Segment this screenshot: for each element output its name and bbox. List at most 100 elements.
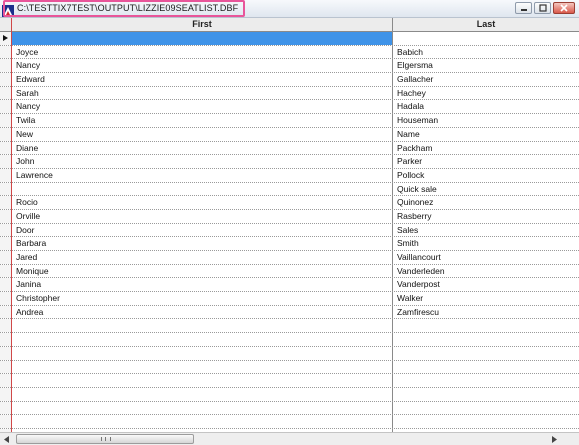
- scroll-left-button[interactable]: [1, 433, 13, 445]
- close-button[interactable]: [553, 2, 575, 14]
- table-row[interactable]: Barbara Smith: [0, 237, 579, 251]
- cell-first[interactable]: Orville: [12, 209, 393, 223]
- cell-first[interactable]: Nancy: [12, 59, 393, 73]
- cell-last[interactable]: Name: [393, 128, 579, 141]
- cell-first[interactable]: [12, 374, 393, 387]
- table-row[interactable]: Orville Rasberry: [0, 209, 579, 224]
- cell-last[interactable]: Smith: [393, 237, 579, 250]
- cell-first[interactable]: Rocio: [12, 196, 393, 209]
- resize-grip[interactable]: [562, 432, 579, 445]
- cell-last[interactable]: [393, 388, 579, 401]
- cell-last[interactable]: [393, 319, 579, 332]
- table-row[interactable]: [0, 387, 579, 402]
- table-row[interactable]: Andrea Zamfirescu: [0, 305, 579, 320]
- cell-last[interactable]: Quick sale: [393, 183, 579, 196]
- cell-last[interactable]: Zamfirescu: [393, 306, 579, 319]
- cell-first[interactable]: Diane: [12, 141, 393, 155]
- cell-last[interactable]: Gallacher: [393, 73, 579, 86]
- cell-last[interactable]: Houseman: [393, 114, 579, 127]
- table-row[interactable]: New Name: [0, 127, 579, 142]
- cell-first[interactable]: Nancy: [12, 100, 393, 114]
- maximize-button[interactable]: [534, 2, 551, 14]
- table-row[interactable]: Twila Houseman: [0, 114, 579, 128]
- table-row[interactable]: Quick sale: [0, 182, 579, 197]
- minimize-button[interactable]: [515, 2, 532, 14]
- cell-last[interactable]: [393, 347, 579, 360]
- table-row[interactable]: [0, 415, 579, 429]
- column-header-first[interactable]: First: [12, 18, 393, 31]
- cell-first[interactable]: [12, 333, 393, 346]
- cell-last[interactable]: Parker: [393, 155, 579, 168]
- table-row[interactable]: Sarah Hachey: [0, 86, 579, 101]
- cell-last[interactable]: Quinonez: [393, 196, 579, 209]
- cell-first[interactable]: Sarah: [12, 86, 393, 100]
- scroll-thumb[interactable]: [16, 434, 194, 444]
- cell-first[interactable]: Lawrence: [12, 168, 393, 182]
- cell-first[interactable]: [12, 401, 393, 415]
- table-row[interactable]: [0, 333, 579, 347]
- cell-first[interactable]: Door: [12, 223, 393, 237]
- cell-first[interactable]: Jared: [12, 251, 393, 264]
- table-row[interactable]: John Parker: [0, 155, 579, 169]
- cell-last[interactable]: Hachey: [393, 87, 579, 100]
- cell-last[interactable]: Rasberry: [393, 210, 579, 223]
- cell-last[interactable]: Babich: [393, 46, 579, 59]
- cell-first[interactable]: Edward: [12, 73, 393, 86]
- table-row[interactable]: [0, 346, 579, 361]
- table-row[interactable]: Nancy Elgersma: [0, 59, 579, 74]
- cell-last[interactable]: Pollock: [393, 169, 579, 182]
- table-row[interactable]: [0, 360, 579, 375]
- table-row[interactable]: Diane Packham: [0, 141, 579, 156]
- table-row[interactable]: Nancy Hadala: [0, 100, 579, 115]
- cell-last[interactable]: [393, 374, 579, 387]
- column-header-last[interactable]: Last: [393, 18, 579, 31]
- cell-first[interactable]: Barbara: [12, 237, 393, 250]
- cell-last[interactable]: [393, 415, 579, 428]
- table-row[interactable]: Jared Vaillancourt: [0, 251, 579, 265]
- table-row[interactable]: [0, 401, 579, 416]
- title-bar[interactable]: C:\TESTTIX7TEST\OUTPUT\LIZZIE09SEATLIST.…: [0, 0, 579, 18]
- cell-first[interactable]: Christopher: [12, 292, 393, 305]
- cell-last[interactable]: Hadala: [393, 100, 579, 113]
- table-row[interactable]: Janina Vanderpost: [0, 278, 579, 293]
- table-row[interactable]: [0, 32, 579, 46]
- scroll-right-button[interactable]: [548, 433, 560, 445]
- cell-first[interactable]: [12, 360, 393, 374]
- cell-first[interactable]: [12, 32, 393, 45]
- table-row[interactable]: Joyce Babich: [0, 45, 579, 60]
- cell-first[interactable]: Monique: [12, 264, 393, 278]
- cell-first[interactable]: [12, 415, 393, 428]
- cell-first[interactable]: Andrea: [12, 305, 393, 319]
- cell-last[interactable]: Vaillancourt: [393, 251, 579, 264]
- cell-last[interactable]: Sales: [393, 224, 579, 237]
- cell-last[interactable]: Vanderpost: [393, 278, 579, 291]
- cell-last[interactable]: Walker: [393, 292, 579, 305]
- cell-first[interactable]: Joyce: [12, 45, 393, 59]
- table-row[interactable]: [0, 374, 579, 388]
- table-row[interactable]: Lawrence Pollock: [0, 168, 579, 183]
- cell-first[interactable]: [12, 319, 393, 333]
- cell-first[interactable]: Janina: [12, 278, 393, 292]
- table-row[interactable]: Monique Vanderleden: [0, 264, 579, 279]
- cell-first[interactable]: New: [12, 127, 393, 141]
- cell-last[interactable]: [393, 333, 579, 346]
- cell-last[interactable]: [393, 361, 579, 374]
- cell-first[interactable]: [12, 346, 393, 360]
- horizontal-scrollbar[interactable]: [0, 432, 562, 445]
- cell-last[interactable]: Vanderleden: [393, 265, 579, 278]
- cell-first[interactable]: [12, 387, 393, 401]
- data-grid[interactable]: First Last Joyce Babich Nancy Elgersma Edwar…: [0, 18, 579, 432]
- table-row[interactable]: Door Sales: [0, 223, 579, 238]
- cell-last[interactable]: [393, 402, 579, 415]
- cell-last[interactable]: Packham: [393, 142, 579, 155]
- table-row[interactable]: [0, 319, 579, 334]
- arrow-right-icon: [552, 435, 557, 443]
- cell-last[interactable]: Elgersma: [393, 59, 579, 72]
- cell-first[interactable]: [12, 182, 393, 196]
- table-row[interactable]: Edward Gallacher: [0, 73, 579, 87]
- table-row[interactable]: Rocio Quinonez: [0, 196, 579, 210]
- cell-first[interactable]: Twila: [12, 114, 393, 127]
- cell-first[interactable]: John: [12, 155, 393, 168]
- table-row[interactable]: Christopher Walker: [0, 292, 579, 306]
- cell-last[interactable]: [393, 32, 579, 45]
